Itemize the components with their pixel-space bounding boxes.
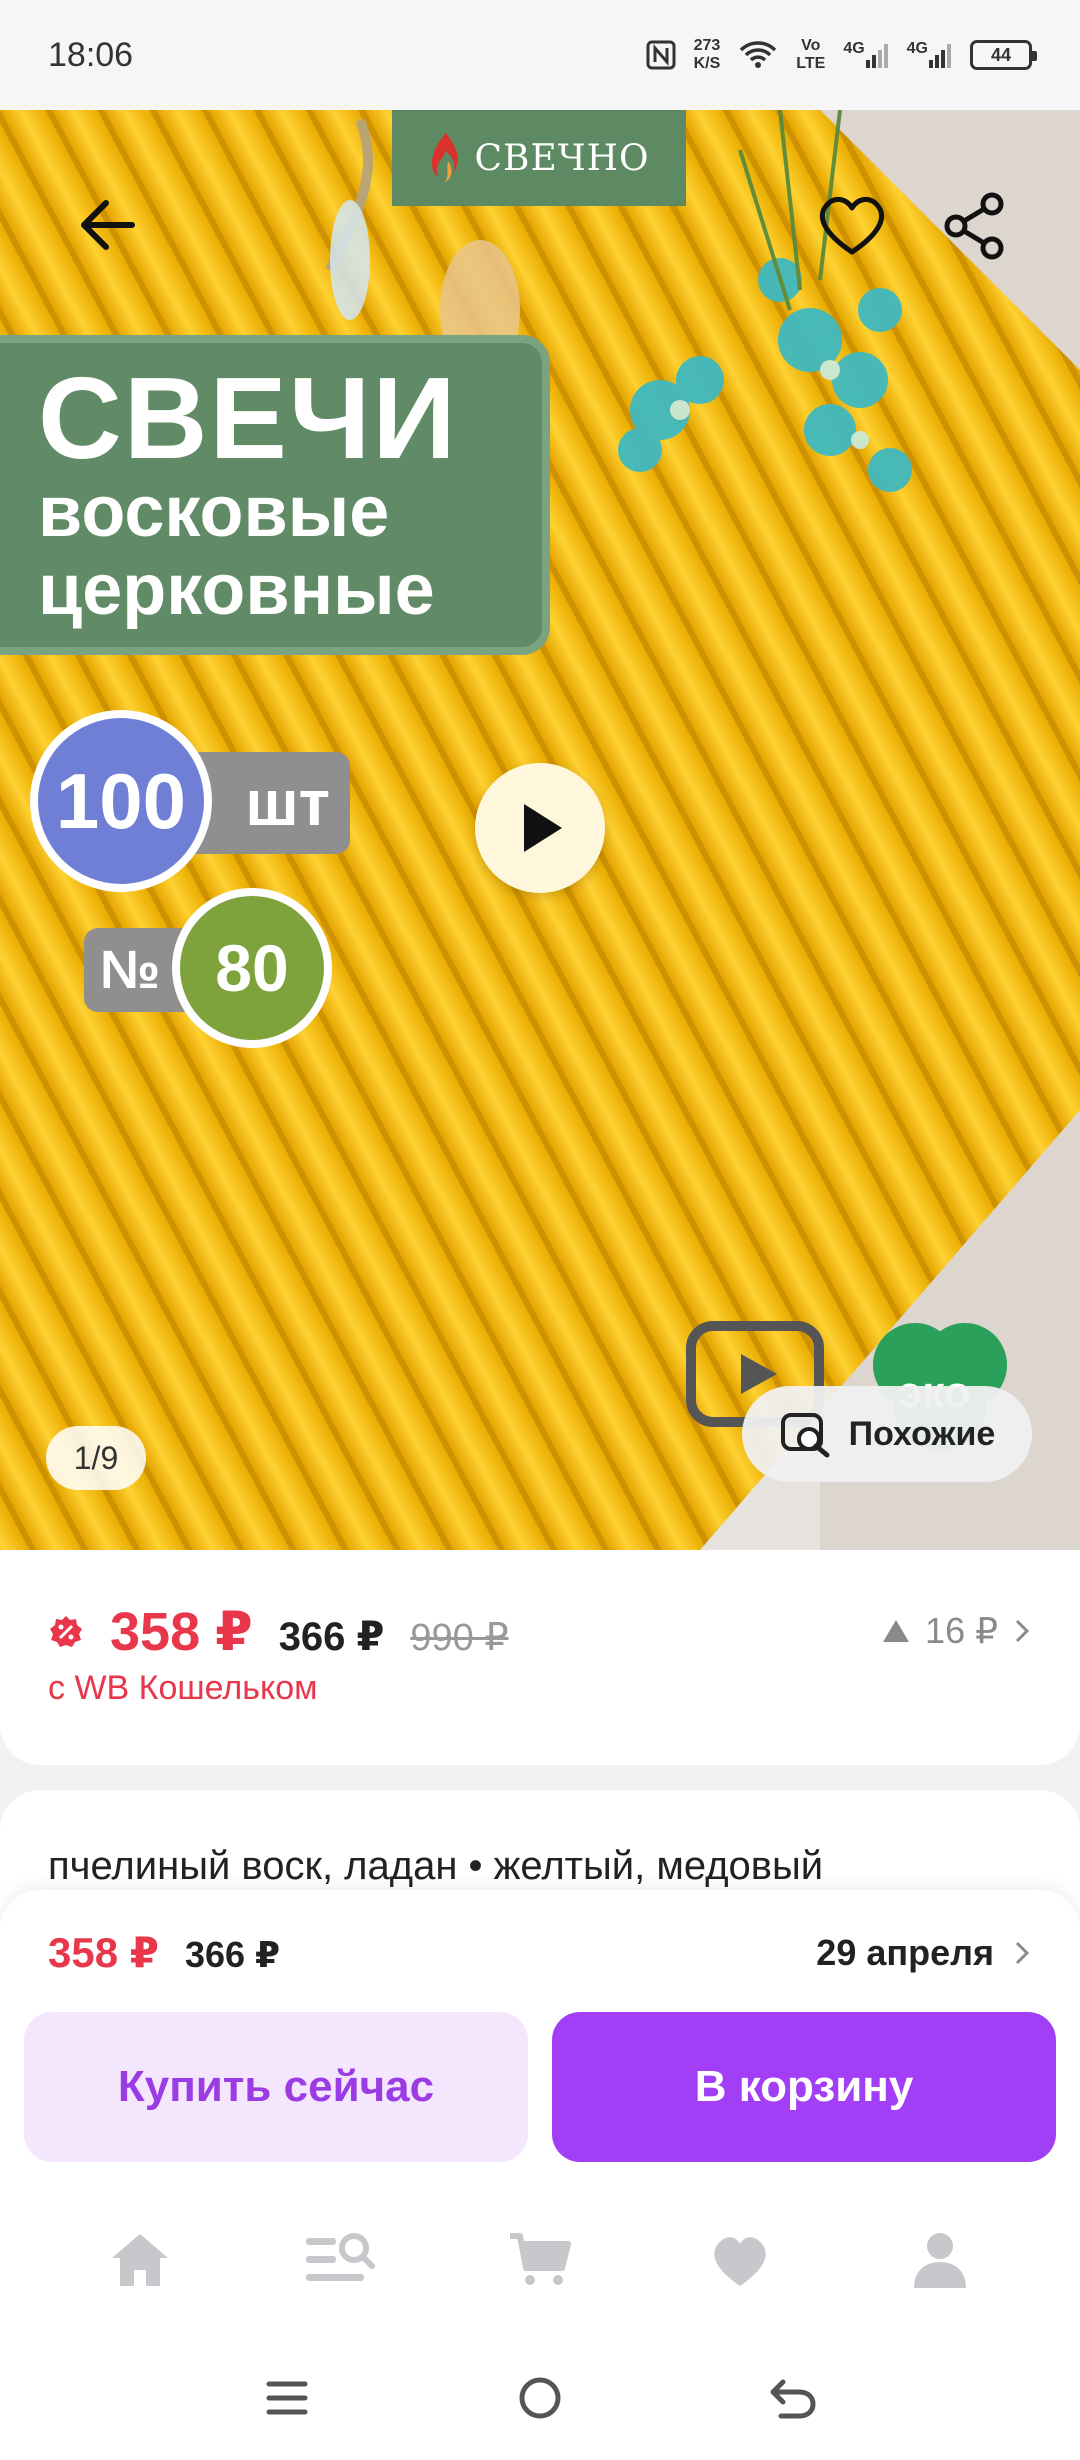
buy-bar-prices: 358 ₽ 366 ₽ — [48, 1928, 280, 1977]
share-icon[interactable] — [934, 186, 1014, 266]
similar-products-button[interactable]: Похожие — [742, 1386, 1032, 1482]
play-video-button[interactable] — [475, 763, 605, 893]
battery-icon: 44 — [970, 40, 1037, 70]
delivery-date: 29 апреля — [816, 1932, 994, 1973]
system-navigation — [0, 2335, 1080, 2460]
add-to-cart-button[interactable]: В корзину — [552, 2012, 1056, 2162]
image-search-icon — [780, 1413, 830, 1458]
wifi-icon — [738, 40, 778, 70]
similar-label: Похожие — [848, 1414, 996, 1453]
play-icon — [524, 804, 562, 852]
home-icon — [112, 2234, 168, 2286]
signal-label-1: 4G — [843, 40, 865, 57]
price-history-link[interactable]: 16 ₽ — [881, 1610, 1032, 1652]
title-line-3: церковные — [38, 550, 435, 630]
brand-name: СВЕЧНО — [474, 137, 650, 179]
signal-icon-2: 4G — [907, 40, 952, 70]
volte-top: Vo — [801, 37, 821, 54]
buy-bar-price-base: 366 ₽ — [184, 1934, 281, 1975]
system-menu-button[interactable] — [247, 2358, 327, 2438]
title-line-1: СВЕЧИ — [38, 353, 458, 483]
product-image-gallery[interactable]: СВЕЧНО СВЕЧИ восковые церковные шт 100 №… — [0, 110, 1080, 1550]
net-speed: 273 K/S — [694, 37, 721, 73]
price-base: 366 ₽ — [278, 1615, 385, 1659]
volte-bottom: LTE — [796, 55, 826, 72]
bottom-navigation — [0, 2185, 1080, 2335]
status-bar: 18:06 273 K/S Vo LTE 4G 4G 44 — [0, 0, 1080, 110]
price-up-icon — [883, 1620, 910, 1642]
status-time: 18:06 — [48, 35, 134, 74]
number-value: 80 — [172, 888, 332, 1048]
home-circle-icon — [519, 2377, 561, 2418]
system-home-button[interactable] — [500, 2358, 580, 2438]
menu-icon — [266, 2381, 308, 2414]
battery-level: 44 — [990, 44, 1012, 65]
net-speed-unit: K/S — [693, 55, 721, 72]
buy-bar: 358 ₽ 366 ₽ 29 апреля Купить сейчас В ко… — [0, 1890, 1080, 2185]
profile-icon — [914, 2233, 966, 2288]
brand-logo: СВЕЧНО — [392, 110, 686, 206]
title-line-2: восковые — [38, 472, 390, 552]
signal-icon-1: 4G — [843, 40, 888, 70]
volte-indicator: Vo LTE — [796, 37, 825, 73]
price-card: 358 ₽ 366 ₽ 990 ₽ с WB Кошельком 16 ₽ — [0, 1550, 1080, 1765]
quantity-value: 100 — [30, 710, 212, 892]
nav-catalog[interactable] — [290, 2210, 390, 2310]
nav-home[interactable] — [90, 2210, 190, 2310]
chevron-right-icon — [1015, 1619, 1030, 1643]
nav-favorites[interactable] — [690, 2210, 790, 2310]
catalog-search-icon — [306, 2233, 375, 2281]
flame-icon — [432, 133, 459, 183]
chevron-right-icon — [1015, 1941, 1030, 1965]
nav-profile[interactable] — [890, 2210, 990, 2310]
status-icons: 273 K/S Vo LTE 4G 4G 44 — [646, 37, 1037, 73]
wallet-label: с WB Кошельком — [48, 1669, 318, 1707]
delivery-date-link[interactable]: 29 апреля — [816, 1932, 1032, 1974]
price-current: 358 ₽ — [110, 1602, 253, 1662]
product-attributes: пчелиный воск, ладан • желтый, медовый — [48, 1844, 824, 1888]
nav-cart[interactable] — [490, 2210, 590, 2310]
back-arrow-icon[interactable] — [68, 185, 148, 265]
cart-icon — [510, 2233, 571, 2285]
back-icon — [770, 2379, 816, 2418]
favorite-heart-icon[interactable] — [812, 186, 892, 266]
buy-now-button[interactable]: Купить сейчас — [24, 2012, 528, 2162]
nfc-icon — [646, 40, 676, 70]
buy-bar-price-current: 358 ₽ — [48, 1929, 159, 1976]
wallet-discount-icon — [50, 1615, 82, 1647]
image-counter: 1/9 — [46, 1426, 146, 1490]
price-delta-value: 16 ₽ — [925, 1610, 998, 1651]
price-old: 990 ₽ — [410, 1617, 509, 1659]
product-title-banner: СВЕЧИ восковые церковные — [0, 335, 550, 655]
net-speed-value: 273 — [693, 37, 721, 54]
favorites-icon — [714, 2237, 766, 2286]
system-back-button[interactable] — [753, 2358, 833, 2438]
signal-label-2: 4G — [906, 40, 928, 57]
